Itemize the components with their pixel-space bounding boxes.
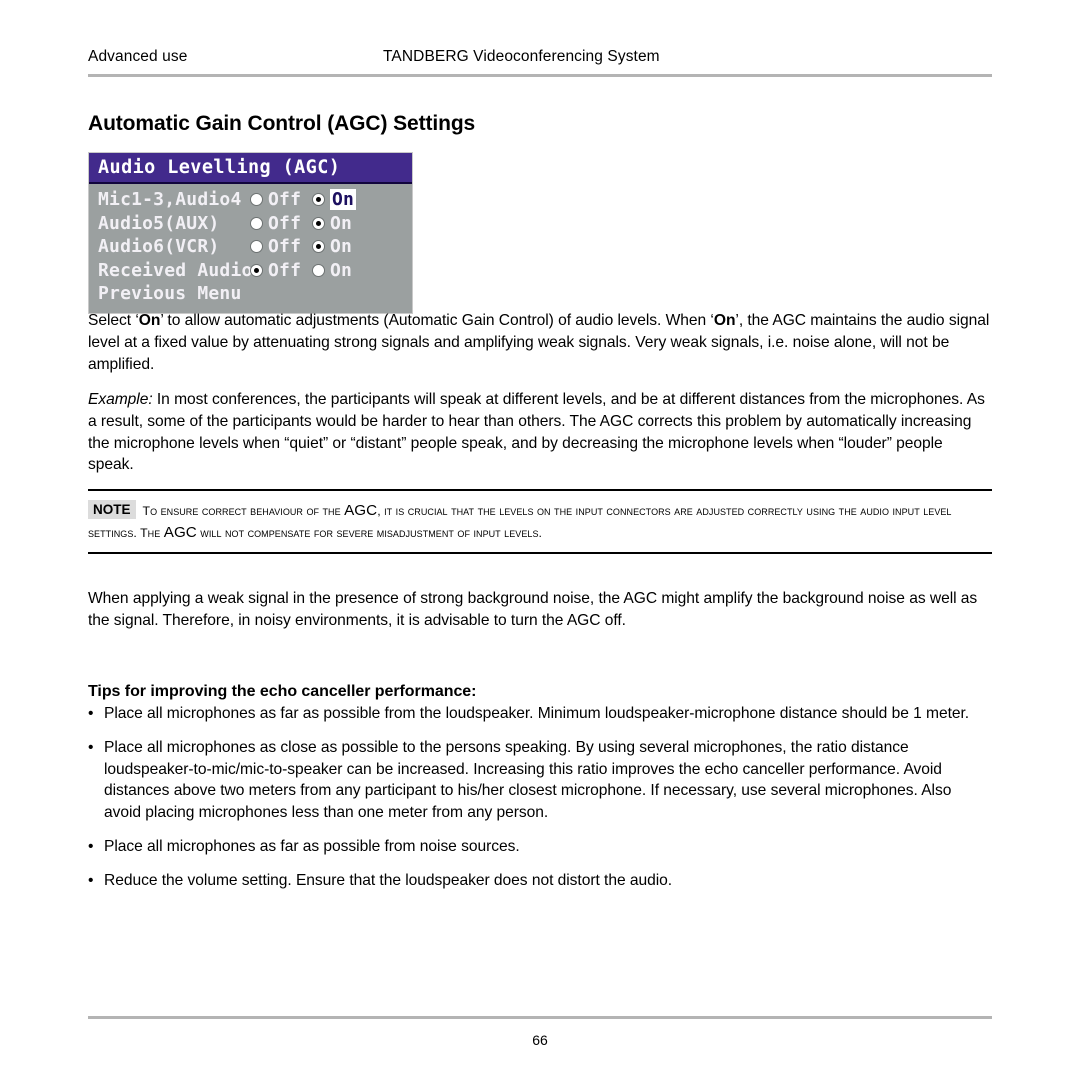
osd-option-on-label: On: [330, 259, 353, 281]
tips-list: • Place all microphones as far as possib…: [88, 703, 992, 904]
radio-on-selected-icon: [312, 193, 325, 207]
note-part-4: will not compensate for severe misadjust…: [196, 526, 542, 540]
osd-option-off[interactable]: Off: [250, 189, 312, 210]
osd-row-mic1-3-audio4[interactable]: Mic1-3,Audio4 Off On: [89, 188, 412, 212]
document-page: Advanced use TANDBERG Videoconferencing …: [0, 0, 1080, 1080]
note-text: To ensure correct behaviour of the AGC, …: [88, 502, 951, 541]
note-block: NOTE To ensure correct behaviour of the A…: [88, 489, 992, 554]
osd-option-off-label: Off: [268, 212, 302, 234]
osd-option-on-label: On: [330, 236, 353, 258]
osd-option-off[interactable]: Off: [250, 236, 312, 257]
paragraph-text: Select ‘On’ to allow automatic adjustmen…: [88, 310, 992, 375]
bullet-icon: •: [88, 871, 94, 889]
header-divider: [88, 74, 992, 77]
page-title: Automatic Gain Control (AGC) Settings: [88, 112, 476, 136]
note-content: NOTE To ensure correct behaviour of the A…: [88, 491, 992, 552]
osd-row-label: Mic1-3,Audio4: [98, 189, 242, 211]
para1-bold-on-2: On: [713, 312, 736, 329]
paragraph-select-on: Select ‘On’ to allow automatic adjustmen…: [88, 310, 992, 375]
footer-divider: [88, 1016, 992, 1019]
paragraph-example: Example: In most conferences, the partic…: [88, 389, 992, 476]
radio-on-selected-icon: [312, 216, 325, 230]
osd-option-off-label: Off: [268, 236, 302, 258]
paragraph-weak-signal: When applying a weak signal in the prese…: [88, 588, 992, 632]
para1-bold-on-1: On: [138, 312, 161, 329]
list-item: • Place all microphones as far as possib…: [88, 703, 992, 725]
radio-off-icon: [250, 240, 263, 254]
para1-part-c: ’ to allow automatic adjustments (Automa…: [160, 312, 714, 329]
radio-off-selected-icon: [250, 263, 263, 277]
page-number: 66: [532, 1032, 548, 1048]
osd-option-off-label: Off: [268, 259, 302, 281]
osd-option-off[interactable]: Off: [250, 213, 312, 234]
para1-part-a: Select ‘: [88, 312, 139, 329]
osd-option-on-label: On: [330, 189, 357, 211]
bullet-icon: •: [88, 738, 94, 756]
osd-menu-figure: Audio Levelling (AGC) Mic1-3,Audio4 Off …: [88, 152, 413, 314]
note-part-3: The: [140, 526, 164, 540]
tips-heading: Tips for improving the echo canceller pe…: [88, 683, 477, 701]
osd-option-off[interactable]: Off: [250, 260, 312, 281]
list-item: • Reduce the volume setting. Ensure that…: [88, 870, 992, 892]
osd-menu-title: Audio Levelling (AGC): [89, 153, 412, 184]
osd-menu-body: Mic1-3,Audio4 Off On Audio5(AUX) Off On …: [89, 184, 412, 313]
note-agc-1: AGC: [344, 502, 378, 519]
osd-row-audio5-aux[interactable]: Audio5(AUX) Off On: [89, 212, 412, 236]
osd-option-on[interactable]: On: [312, 236, 352, 257]
radio-off-icon: [250, 193, 263, 207]
osd-option-off-label: Off: [268, 189, 302, 211]
radio-off-icon: [250, 216, 263, 230]
osd-previous-menu-label: Previous Menu: [98, 283, 242, 305]
osd-row-audio6-vcr[interactable]: Audio6(VCR) Off On: [89, 235, 412, 259]
paragraph-text: Example: In most conferences, the partic…: [88, 389, 992, 476]
list-item: • Place all microphones as far as possib…: [88, 836, 992, 858]
note-bottom-divider: [88, 552, 992, 554]
osd-option-on[interactable]: On: [312, 189, 357, 211]
running-header: Advanced use TANDBERG Videoconferencing …: [88, 48, 992, 70]
osd-row-previous-menu[interactable]: Previous Menu: [89, 282, 412, 306]
note-part-1: To ensure correct behaviour of the: [142, 504, 345, 518]
example-label: Example:: [88, 391, 153, 408]
osd-option-on-label: On: [330, 212, 353, 234]
osd-option-on[interactable]: On: [312, 260, 352, 281]
note-badge: NOTE: [88, 500, 136, 519]
list-item-text: Place all microphones as far as possible…: [104, 837, 520, 855]
bullet-icon: •: [88, 837, 94, 855]
header-section-label: Advanced use: [88, 48, 188, 65]
header-product-title: TANDBERG Videoconferencing System: [383, 48, 660, 65]
osd-row-label: Audio6(VCR): [98, 236, 220, 258]
example-text: In most conferences, the participants wi…: [88, 391, 985, 474]
radio-on-selected-icon: [312, 240, 325, 254]
osd-row-received-audio[interactable]: Received Audio Off On: [89, 259, 412, 283]
paragraph-text: When applying a weak signal in the prese…: [88, 590, 978, 629]
radio-on-icon: [312, 263, 325, 277]
osd-row-label: Received Audio: [98, 259, 253, 281]
note-agc-2: AGC: [163, 524, 197, 541]
list-item: • Place all microphones as close as poss…: [88, 737, 992, 824]
list-item-text: Reduce the volume setting. Ensure that t…: [104, 871, 673, 889]
osd-option-on[interactable]: On: [312, 213, 352, 234]
bullet-icon: •: [88, 705, 94, 722]
list-item-text: Place all microphones as far as possible…: [104, 705, 970, 722]
osd-row-label: Audio5(AUX): [98, 212, 220, 234]
list-item-text: Place all microphones as close as possib…: [104, 738, 952, 822]
